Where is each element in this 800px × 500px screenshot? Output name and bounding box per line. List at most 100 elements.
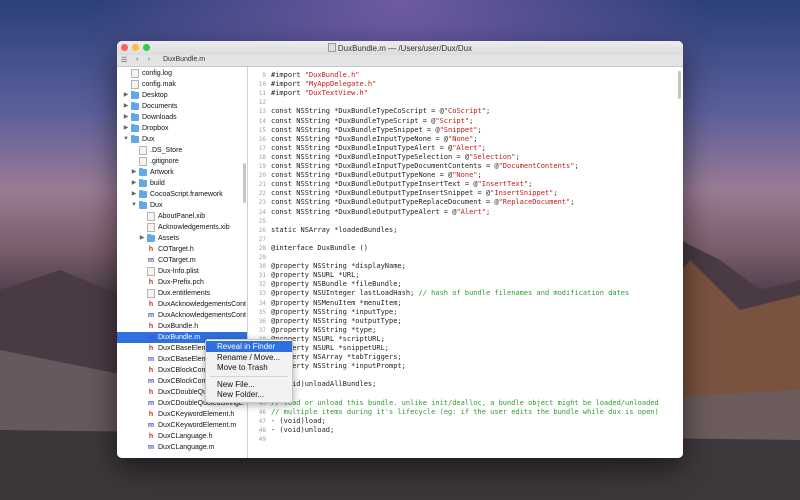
- line-number: 20: [258, 172, 266, 180]
- forward-icon[interactable]: ›: [148, 56, 150, 63]
- sidebar-file-item[interactable]: m DuxCLanguage.m: [117, 442, 247, 453]
- sidebar-folder-item[interactable]: ▶ Documents: [117, 101, 247, 112]
- code-line[interactable]: @property NSString *outputType;: [271, 317, 402, 325]
- sidebar-item-label: Dux.entitlements: [158, 290, 211, 297]
- sidebar-item-label: COTarget.m: [158, 257, 196, 264]
- code-line[interactable]: const NSString *DuxBundleInputTypeSelect…: [271, 153, 520, 161]
- code-line[interactable]: static NSArray *loadedBundles;: [271, 226, 397, 234]
- sidebar-file-item[interactable]: h DuxAcknowledgementsCont: [117, 299, 247, 310]
- sidebar-file-item[interactable]: h DuxCLanguage.h: [117, 431, 247, 442]
- sidebar-item-label: Artwork: [150, 169, 174, 176]
- sidebar-toggle-icon[interactable]: ☰: [121, 56, 127, 64]
- sidebar-folder-item[interactable]: ▶ Desktop: [117, 90, 247, 101]
- sidebar-file-item[interactable]: h DuxBundle.h: [117, 321, 247, 332]
- code-token: const NSString *DuxBundleOutputTypeInser…: [271, 180, 478, 189]
- code-line[interactable]: @property NSString *displayName;: [271, 262, 406, 270]
- code-token: ;: [485, 107, 491, 116]
- sidebar-file-item[interactable]: .gitignore: [117, 156, 247, 167]
- disclosure-closed-icon[interactable]: ▶: [131, 178, 137, 189]
- sidebar-folder-item[interactable]: ▼ Dux: [117, 200, 247, 211]
- code-line[interactable]: #import "DuxTextView.h": [271, 89, 368, 97]
- code-line[interactable]: // multiple items during it's lifecycle …: [271, 408, 659, 416]
- code-line[interactable]: const NSString *DuxBundleOutputTypeRepla…: [271, 198, 574, 206]
- code-line[interactable]: @property NSUInteger lastLoadHash; // ha…: [271, 289, 629, 297]
- code-line[interactable]: #import "MyAppDelegate.h": [271, 80, 376, 88]
- code-line[interactable]: @property NSString *type;: [271, 326, 376, 334]
- code-token: @property NSString *outputType;: [271, 316, 402, 325]
- code-line[interactable]: const NSString *DuxBundleInputTypeDocume…: [271, 162, 579, 170]
- sidebar-item-label: Dux-Prefix.pch: [158, 279, 204, 286]
- code-editor[interactable]: 9 #import "DuxBundle.h" 10 #import "MyAppDe…: [248, 67, 683, 458]
- sidebar-folder-item[interactable]: ▶ Downloads: [117, 112, 247, 123]
- sidebar-folder-item[interactable]: ▶ CocoaScript.framework: [117, 189, 247, 200]
- code-line[interactable]: - (void)unload;: [271, 426, 334, 434]
- disclosure-closed-icon[interactable]: ▶: [123, 90, 129, 101]
- window-title-text: DuxBundle.m — /Users/user/Dux/Dux: [337, 44, 473, 53]
- file-tab[interactable]: DuxBundle.m: [163, 56, 205, 63]
- menu-item-reveal-in-finder[interactable]: Reveal in Finder: [206, 341, 292, 352]
- code-line[interactable]: const NSString *DuxBundleTypeSnippet = @…: [271, 126, 482, 134]
- sidebar-file-item[interactable]: config.log: [117, 68, 247, 79]
- code-line[interactable]: @property NSBundle *fileBundle;: [271, 280, 402, 288]
- menu-item-rename-move[interactable]: Rename / Move...: [206, 352, 292, 363]
- sidebar-file-item[interactable]: m DuxAcknowledgementsCont: [117, 310, 247, 321]
- code-line[interactable]: const NSString *DuxBundleOutputTypeInser…: [271, 189, 558, 197]
- disclosure-open-icon[interactable]: ▼: [123, 134, 129, 145]
- disclosure-closed-icon[interactable]: ▶: [123, 101, 129, 112]
- back-icon[interactable]: ‹: [136, 56, 138, 63]
- code-line[interactable]: const NSString *DuxBundleOutputTypeAlert…: [271, 208, 490, 216]
- code-line[interactable]: const NSString *DuxBundleInputTypeAlert …: [271, 144, 486, 152]
- header-file-icon: h: [148, 345, 154, 352]
- code-line[interactable]: @property NSMenuItem *menuItem;: [271, 299, 402, 307]
- code-line[interactable]: const NSString *DuxBundleTypeCoScript = …: [271, 107, 490, 115]
- line-number: 11: [258, 90, 266, 98]
- sidebar-folder-item[interactable]: ▼ Dux: [117, 134, 247, 145]
- string-token: "MyAppDelegate.h": [304, 80, 377, 89]
- folder-icon: [147, 234, 155, 242]
- sidebar-file-item[interactable]: h COTarget.h: [117, 244, 247, 255]
- line-number: 15: [258, 126, 266, 134]
- code-line[interactable]: const NSString *DuxBundleInputTypeNone =…: [271, 135, 478, 143]
- code-line[interactable]: - (void)load;: [271, 417, 326, 425]
- code-line[interactable]: const NSString *DuxBundleOutputTypeNone …: [271, 171, 482, 179]
- sidebar-file-item[interactable]: AboutPanel.xib: [117, 211, 247, 222]
- folder-icon: [139, 168, 147, 176]
- sidebar-file-item[interactable]: m COTarget.m: [117, 255, 247, 266]
- title-bar[interactable]: DuxBundle.m — /Users/user/Dux/Dux: [117, 41, 683, 55]
- sidebar-file-item[interactable]: Dux.entitlements: [117, 288, 247, 299]
- disclosure-closed-icon[interactable]: ▶: [139, 233, 145, 244]
- sidebar-folder-item[interactable]: ▶ Artwork: [117, 167, 247, 178]
- disclosure-closed-icon[interactable]: ▶: [131, 189, 137, 200]
- line-number: 12: [258, 99, 266, 107]
- sidebar-file-item[interactable]: .DS_Store: [117, 145, 247, 156]
- sidebar-file-item[interactable]: Dux-Info.plist: [117, 266, 247, 277]
- sidebar-item-label: Dux: [142, 136, 155, 143]
- code-line[interactable]: const NSString *DuxBundleTypeScript = @"…: [271, 117, 473, 125]
- code-line[interactable]: @interface DuxBundle (): [271, 244, 368, 252]
- sidebar-folder-item[interactable]: ▶ Assets: [117, 233, 247, 244]
- editor-scrollbar[interactable]: [678, 71, 681, 99]
- sidebar-file-item[interactable]: Acknowledgements.xib: [117, 222, 247, 233]
- menu-item-new-file[interactable]: New File...: [206, 379, 292, 390]
- sidebar-folder-item[interactable]: ▶ build: [117, 178, 247, 189]
- sidebar-file-item[interactable]: h DuxCKeywordElement.h: [117, 409, 247, 420]
- code-line[interactable]: @property NSURL *URL;: [271, 271, 360, 279]
- sidebar-item-label: Desktop: [142, 92, 168, 99]
- code-line[interactable]: // load or unload this bundle. unlike in…: [271, 399, 659, 407]
- code-token: @property NSURL *URL;: [271, 271, 360, 280]
- sidebar-file-item[interactable]: h Dux-Prefix.pch: [117, 277, 247, 288]
- menu-item-new-folder[interactable]: New Folder...: [206, 389, 292, 400]
- code-line[interactable]: const NSString *DuxBundleOutputTypeInser…: [271, 180, 532, 188]
- sidebar-file-item[interactable]: config.mak: [117, 79, 247, 90]
- disclosure-closed-icon[interactable]: ▶: [123, 112, 129, 123]
- disclosure-closed-icon[interactable]: ▶: [123, 123, 129, 134]
- menu-item-move-to-trash[interactable]: Move to Trash: [206, 362, 292, 373]
- disclosure-closed-icon[interactable]: ▶: [131, 167, 137, 178]
- sidebar-file-item[interactable]: m DuxCKeywordElement.m: [117, 420, 247, 431]
- disclosure-open-icon[interactable]: ▼: [131, 200, 137, 211]
- code-line[interactable]: #import "DuxBundle.h": [271, 71, 360, 79]
- line-number: 30: [258, 263, 266, 271]
- sidebar-folder-item[interactable]: ▶ Dropbox: [117, 123, 247, 134]
- code-line[interactable]: @property NSString *inputType;: [271, 308, 397, 316]
- editor-window: DuxBundle.m — /Users/user/Dux/Dux ☰ ‹ › …: [117, 41, 683, 458]
